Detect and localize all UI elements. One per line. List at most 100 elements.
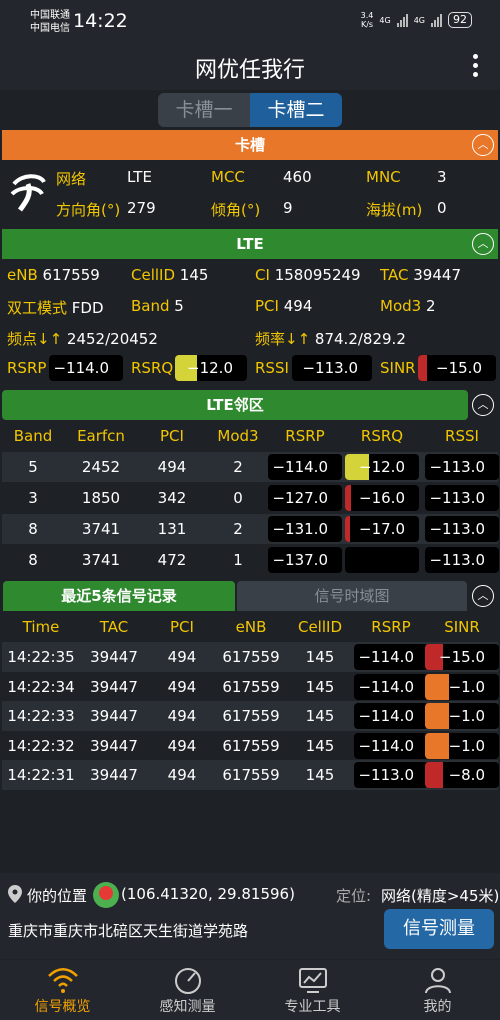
signal-icon bbox=[431, 13, 442, 27]
bottom-nav: 信号概览 感知测量 专业工具 我的 bbox=[0, 960, 500, 1020]
mod3-label: Mod3 bbox=[380, 297, 422, 315]
lte-section-header[interactable]: LTE ︿ bbox=[2, 229, 498, 259]
tac-label: TAC bbox=[380, 266, 409, 284]
duplex-label: 双工模式 bbox=[7, 299, 68, 317]
sinr-cell-level-bar bbox=[425, 762, 443, 788]
nav-perception-measure[interactable]: 感知测量 bbox=[125, 960, 250, 1020]
nav-mine[interactable]: 我的 bbox=[375, 960, 500, 1020]
altitude-value: 0 bbox=[437, 199, 447, 217]
sim-slot-switch: 卡槽一 卡槽二 bbox=[158, 93, 342, 127]
status-right: 3.4 K/s 4G 4G 92 bbox=[361, 11, 472, 29]
collapse-icon[interactable]: ︿ bbox=[472, 585, 494, 607]
map-app-icon bbox=[93, 882, 119, 908]
mnc-label: MNC bbox=[366, 168, 401, 186]
mcc-value: 460 bbox=[283, 168, 312, 186]
rsrq-box: −12.0 bbox=[175, 355, 247, 381]
location-label: 你的位置 bbox=[27, 887, 88, 905]
location-coords: (106.41320, 29.81596) bbox=[121, 885, 295, 903]
carrier-2: 中国电信 bbox=[30, 23, 70, 34]
rssi-cell: −113.0 bbox=[425, 516, 499, 542]
history-cell: 145 bbox=[305, 648, 335, 666]
status-bar: 中国联通 中国电信 14:22 3.4 K/s 4G 4G 92 bbox=[0, 0, 500, 42]
history-cell: 145 bbox=[305, 736, 335, 755]
rssi-cell: −113.0 bbox=[425, 547, 499, 573]
neighbor-col-header: RSSI bbox=[445, 427, 479, 445]
history-row: 14:22:33 39447 494 617559 145 −114.0 −1.0 bbox=[2, 701, 499, 731]
band-value: 5 bbox=[174, 297, 184, 315]
sinr-cell: −1.0 bbox=[425, 673, 499, 700]
rsrp-cell: −114.0 bbox=[354, 732, 428, 759]
locate-mode-value: 网络(精度>45米) bbox=[381, 887, 500, 905]
mcc-label: MCC bbox=[211, 168, 245, 186]
rsrp-cell: −114.0 bbox=[268, 454, 342, 480]
tilt-value: 9 bbox=[283, 199, 293, 217]
network-value: LTE bbox=[127, 168, 152, 186]
carrier-logo-icon bbox=[8, 170, 48, 214]
sinr-cell-level-bar bbox=[425, 673, 449, 700]
mod3-value: 2 bbox=[425, 297, 436, 315]
cellid-label: CellID bbox=[131, 266, 176, 284]
rsrq-cell bbox=[345, 547, 419, 573]
tilt-label: 倾角(°) bbox=[211, 201, 261, 219]
tab-slot-1[interactable]: 卡槽一 bbox=[158, 93, 250, 127]
neighbor-row: 5 2452 494 2 −114.0 −12.0 −113.0 bbox=[2, 452, 499, 482]
tab-slot-2[interactable]: 卡槽二 bbox=[250, 93, 342, 127]
rsrp-cell: −114.0 bbox=[354, 703, 428, 729]
tac-value: 39447 bbox=[413, 266, 461, 284]
net-speed: 3.4 K/s bbox=[360, 11, 374, 29]
more-menu-icon[interactable] bbox=[473, 54, 478, 81]
carrier-info: 中国联通 中国电信 bbox=[30, 9, 70, 35]
collapse-icon[interactable]: ︿ bbox=[472, 233, 494, 255]
rssi-label: RSSI bbox=[255, 359, 289, 377]
history-cell: 145 bbox=[305, 766, 335, 784]
sim-section-header[interactable]: 卡槽 ︿ bbox=[2, 130, 498, 160]
history-row: 14:22:31 39447 494 617559 145 −113.0 −8.0 bbox=[2, 760, 499, 790]
neighbor-section-header[interactable]: LTE邻区 bbox=[2, 390, 468, 420]
collapse-icon[interactable]: ︿ bbox=[472, 134, 494, 156]
signal-icon bbox=[396, 13, 408, 27]
enb-label: eNB bbox=[7, 266, 38, 284]
pci-label: PCI bbox=[255, 297, 279, 315]
neighbor-table-header: Band Earfcn PCI Mod3 RSRP RSRQ RSSI bbox=[2, 421, 498, 451]
azimuth-label: 方向角(°) bbox=[56, 201, 121, 219]
sim-section-title: 卡槽 bbox=[234, 136, 265, 154]
rsrp-box: −114.0 bbox=[49, 355, 123, 381]
azimuth-value: 279 bbox=[127, 199, 156, 217]
sinr-label: SINR bbox=[380, 359, 416, 377]
locate-mode-label: 定位: bbox=[336, 887, 372, 905]
history-cell: 145 bbox=[305, 707, 335, 725]
rsrp-cell: −137.0 bbox=[268, 547, 342, 573]
nav-signal-overview[interactable]: 信号概览 bbox=[0, 960, 125, 1020]
speedometer-icon bbox=[174, 968, 201, 994]
rsrp-cell: −114.0 bbox=[354, 673, 428, 700]
rsrq-cell-level-bar bbox=[345, 516, 350, 542]
nav-pro-tools[interactable]: 专业工具 bbox=[250, 960, 375, 1020]
collapse-icon[interactable]: ︿ bbox=[472, 394, 494, 416]
mnc-value: 3 bbox=[437, 168, 447, 186]
history-col-header: SINR bbox=[444, 618, 480, 636]
tab-recent-records[interactable]: 最近5条信号记录 bbox=[3, 581, 235, 611]
band-label: Band bbox=[131, 297, 170, 315]
user-icon bbox=[424, 968, 451, 994]
net-type-1: 4G bbox=[379, 15, 391, 25]
status-time: 14:22 bbox=[73, 10, 128, 32]
rssi-cell: −113.0 bbox=[425, 454, 499, 480]
rsrq-label: RSRQ bbox=[131, 359, 174, 377]
page-title: 网优任我行 bbox=[194, 58, 305, 83]
battery-icon: 92 bbox=[448, 12, 472, 28]
neighbor-row: 8 3741 472 1 −137.0 −113.0 bbox=[2, 545, 499, 575]
history-row: 14:22:32 39447 494 617559 145 −114.0 −1.0 bbox=[2, 730, 499, 761]
location-address: 重庆市重庆市北碚区天生街道学苑路 bbox=[8, 922, 249, 940]
location-pin-icon bbox=[8, 885, 22, 907]
signal-measure-button[interactable]: 信号测量 bbox=[384, 909, 494, 949]
sinr-level-bar bbox=[418, 355, 428, 381]
neighbor-section-title: LTE邻区 bbox=[206, 396, 264, 414]
rssi-box: −113.0 bbox=[292, 355, 372, 381]
enb-value: 617559 bbox=[42, 266, 100, 284]
sinr-cell-level-bar bbox=[425, 732, 449, 759]
rsrq-cell: −16.0 bbox=[345, 485, 419, 511]
tab-signal-timeline[interactable]: 信号时域图 bbox=[237, 581, 467, 611]
altitude-label: 海拔(m) bbox=[366, 201, 423, 219]
neighbor-row: 8 3741 131 2 −131.0 −17.0 −113.0 bbox=[2, 514, 499, 544]
ci-value: 158095249 bbox=[274, 266, 361, 284]
